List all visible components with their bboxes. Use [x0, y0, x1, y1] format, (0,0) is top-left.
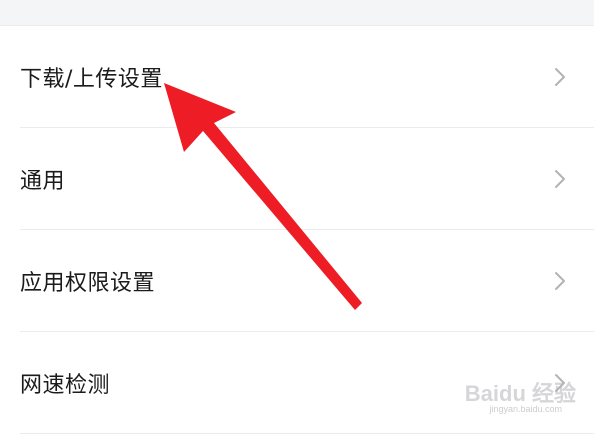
settings-item-label: 网速检测 — [20, 373, 111, 398]
chevron-right-icon — [555, 374, 565, 392]
chevron-right-icon — [555, 272, 565, 290]
settings-item-speed-test[interactable]: 网速检测 — [0, 332, 594, 434]
settings-item-download-upload[interactable]: 下载/上传设置 — [0, 26, 594, 128]
top-band — [0, 0, 594, 26]
settings-list: 下载/上传设置 通用 应用权限设置 网速检测 — [0, 26, 594, 438]
settings-item-label: 下载/上传设置 — [20, 67, 163, 92]
divider — [20, 433, 594, 434]
chevron-right-icon — [555, 68, 565, 86]
settings-item-app-permissions[interactable]: 应用权限设置 — [0, 230, 594, 332]
chevron-right-icon — [555, 170, 565, 188]
settings-item-label: 通用 — [20, 169, 66, 194]
settings-item-label: 应用权限设置 — [20, 271, 156, 296]
settings-item-general[interactable]: 通用 — [0, 128, 594, 230]
